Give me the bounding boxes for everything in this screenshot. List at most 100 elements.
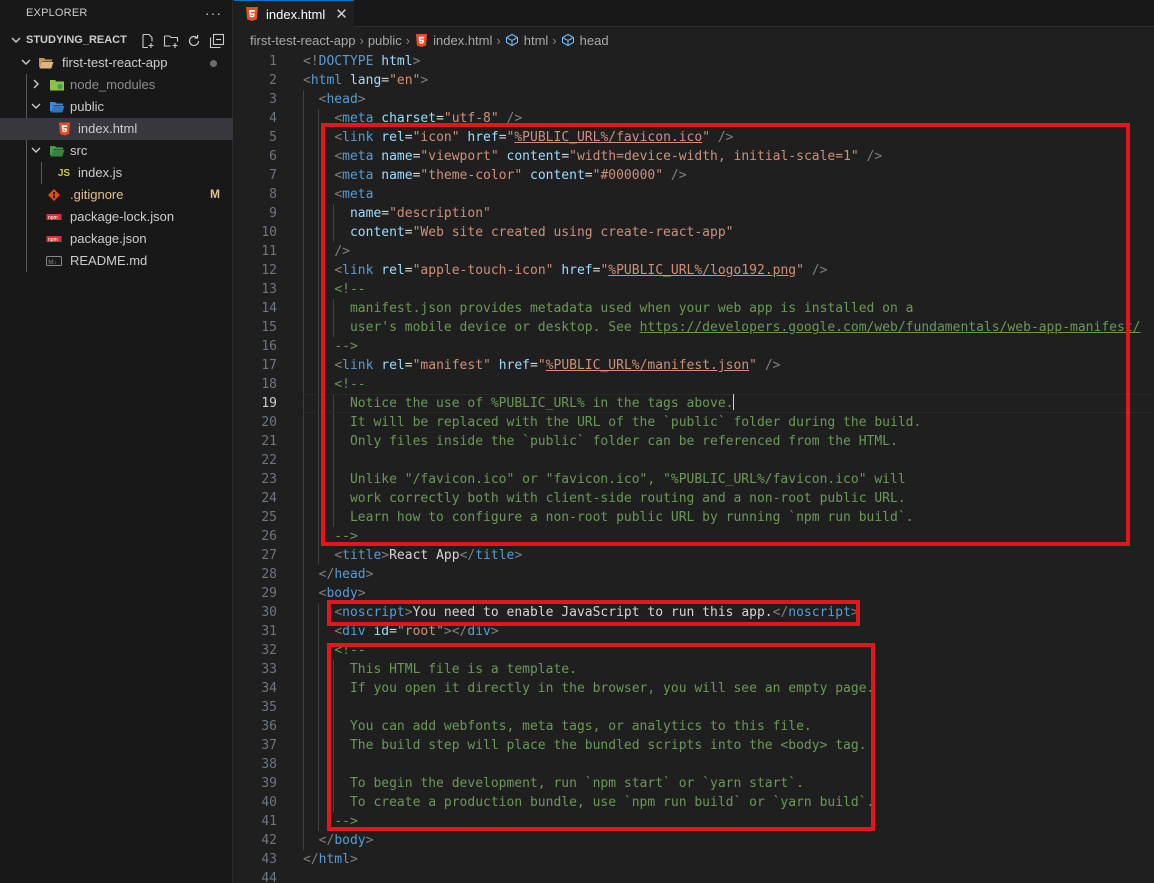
tab-index-html[interactable]: index.html ✕	[234, 0, 354, 27]
code-line[interactable]: 22	[234, 451, 1154, 470]
more-actions-icon[interactable]: ···	[205, 5, 222, 21]
code-line[interactable]: 9 name="description"	[234, 204, 1154, 223]
line-number: 44	[261, 871, 277, 883]
code-line[interactable]: 19 Notice the use of %PUBLIC_URL% in the…	[234, 394, 1154, 413]
breadcrumb-item-public[interactable]: public	[368, 33, 402, 48]
code-editor[interactable]: 1 <!DOCTYPE html> 2 <html lang="en"> 3 <head…	[234, 52, 1154, 883]
code-line[interactable]: 23 Unlike "/favicon.ico" or "favicon.ico…	[234, 470, 1154, 489]
code-line[interactable]: 43 </html>	[234, 850, 1154, 869]
code-line[interactable]: 27 <title>React App</title>	[234, 546, 1154, 565]
code-line[interactable]: 41 -->	[234, 812, 1154, 831]
line-number: 8	[269, 187, 277, 202]
code-text: <noscript>You need to enable JavaScript …	[334, 605, 859, 620]
chevron-right-icon: ›	[405, 32, 411, 48]
code-line[interactable]: 7 <meta name="theme-color" content="#000…	[234, 166, 1154, 185]
code-text: <meta name="theme-color" content="#00000…	[334, 168, 687, 183]
code-line[interactable]: 29 <body>	[234, 584, 1154, 603]
refresh-icon[interactable]	[185, 32, 202, 49]
code-line[interactable]: 24 work correctly both with client-side …	[234, 489, 1154, 508]
code-line[interactable]: 16 -->	[234, 337, 1154, 356]
code-text: Only files inside the `public` folder ca…	[349, 434, 898, 449]
tree-item-readme-md[interactable]: M↓ README.md	[0, 250, 233, 272]
line-number: 12	[261, 263, 277, 278]
line-number: 25	[261, 510, 277, 525]
tree-item-package-lock-json[interactable]: npm package-lock.json	[0, 206, 233, 228]
code-line[interactable]: 18 <!--	[234, 375, 1154, 394]
code-line[interactable]: 4 <meta charset="utf-8" />	[234, 109, 1154, 128]
tree-item-first-test-react-app[interactable]: first-test-react-app	[0, 52, 233, 74]
html5-file-icon	[414, 33, 428, 47]
project-title: STUDYING_REACT	[26, 34, 127, 46]
code-line[interactable]: 8 <meta	[234, 185, 1154, 204]
breadcrumb-item-project[interactable]: first-test-react-app	[250, 33, 355, 48]
tree-item-index-html[interactable]: index.html	[0, 118, 233, 140]
project-header[interactable]: STUDYING_REACT	[0, 30, 233, 52]
code-line[interactable]: 37 The build step will place the bundled…	[234, 736, 1154, 755]
code-line[interactable]: 31 <div id="root"></div>	[234, 622, 1154, 641]
code-text: <title>React App</title>	[334, 548, 523, 563]
code-line[interactable]: 5 <link rel="icon" href="%PUBLIC_URL%/fa…	[234, 128, 1154, 147]
git-modified-badge: M	[210, 187, 220, 201]
line-number: 7	[269, 168, 277, 183]
tree-item-node-modules[interactable]: node_modules	[0, 74, 233, 96]
code-line[interactable]: 13 <!--	[234, 280, 1154, 299]
code-text: <html lang="en">	[303, 73, 429, 88]
code-text: </body>	[318, 833, 374, 848]
tree-item-public[interactable]: public	[0, 96, 233, 118]
code-line[interactable]: 44	[234, 869, 1154, 883]
close-icon[interactable]: ✕	[335, 5, 348, 23]
chevron-down-icon	[20, 56, 34, 70]
new-folder-icon[interactable]	[162, 32, 179, 49]
code-text: It will be replaced with the URL of the …	[349, 415, 922, 430]
code-text: <link rel="apple-touch-icon" href="%PUBL…	[334, 263, 828, 278]
code-line[interactable]: 12 <link rel="apple-touch-icon" href="%P…	[234, 261, 1154, 280]
breadcrumb-item-head[interactable]: head	[580, 33, 609, 48]
tree-item-package-json[interactable]: npm package.json	[0, 228, 233, 250]
code-line[interactable]: 15 user's mobile device or desktop. See …	[234, 318, 1154, 337]
tree-item-index-js[interactable]: JS index.js	[0, 162, 233, 184]
tree-item-src[interactable]: src	[0, 140, 233, 162]
line-number: 34	[261, 681, 277, 696]
breadcrumb-item-file[interactable]: index.html	[433, 33, 492, 48]
code-line[interactable]: 21 Only files inside the `public` folder…	[234, 432, 1154, 451]
line-number: 13	[261, 282, 277, 297]
tree-item-gitignore[interactable]: .gitignore M	[0, 184, 233, 206]
code-line[interactable]: 32 <!--	[234, 641, 1154, 660]
code-line[interactable]: 17 <link rel="manifest" href="%PUBLIC_UR…	[234, 356, 1154, 375]
tree-item-label: package.json	[70, 231, 147, 246]
line-number: 3	[269, 92, 277, 107]
code-line[interactable]: 38	[234, 755, 1154, 774]
code-line[interactable]: 42 </body>	[234, 831, 1154, 850]
code-text: -->	[334, 529, 358, 544]
line-number: 31	[261, 624, 277, 639]
code-line[interactable]: 40 To create a production bundle, use `n…	[234, 793, 1154, 812]
line-number: 38	[261, 757, 277, 772]
code-line[interactable]: 36 You can add webfonts, meta tags, or a…	[234, 717, 1154, 736]
code-line[interactable]: 3 <head>	[234, 90, 1154, 109]
code-line[interactable]: 28 </head>	[234, 565, 1154, 584]
code-line[interactable]: 30 <noscript>You need to enable JavaScri…	[234, 603, 1154, 622]
new-file-icon[interactable]	[139, 32, 156, 49]
code-text: <!DOCTYPE html>	[303, 54, 421, 69]
breadcrumb-item-html[interactable]: html	[524, 33, 549, 48]
npm-file-icon: npm	[46, 231, 62, 247]
code-line[interactable]: 26 -->	[234, 527, 1154, 546]
code-line[interactable]: 14 manifest.json provides metadata used …	[234, 299, 1154, 318]
line-number: 36	[261, 719, 277, 734]
line-number: 35	[261, 700, 277, 715]
code-line[interactable]: 20 It will be replaced with the URL of t…	[234, 413, 1154, 432]
code-line[interactable]: 25 Learn how to configure a non-root pub…	[234, 508, 1154, 527]
code-line[interactable]: 2 <html lang="en">	[234, 71, 1154, 90]
tree-item-label: .gitignore	[70, 187, 124, 202]
collapse-all-icon[interactable]	[208, 32, 225, 49]
code-line[interactable]: 33 This HTML file is a template.	[234, 660, 1154, 679]
code-line[interactable]: 10 content="Web site created using creat…	[234, 223, 1154, 242]
code-line[interactable]: 1 <!DOCTYPE html>	[234, 52, 1154, 71]
code-line[interactable]: 6 <meta name="viewport" content="width=d…	[234, 147, 1154, 166]
code-line[interactable]: 11 />	[234, 242, 1154, 261]
breadcrumb: first-test-react-app › public › index.ht…	[250, 29, 609, 51]
code-line[interactable]: 34 If you open it directly in the browse…	[234, 679, 1154, 698]
code-line[interactable]: 35	[234, 698, 1154, 717]
code-line[interactable]: 39 To begin the development, run `npm st…	[234, 774, 1154, 793]
tree-item-label: first-test-react-app	[62, 55, 168, 70]
